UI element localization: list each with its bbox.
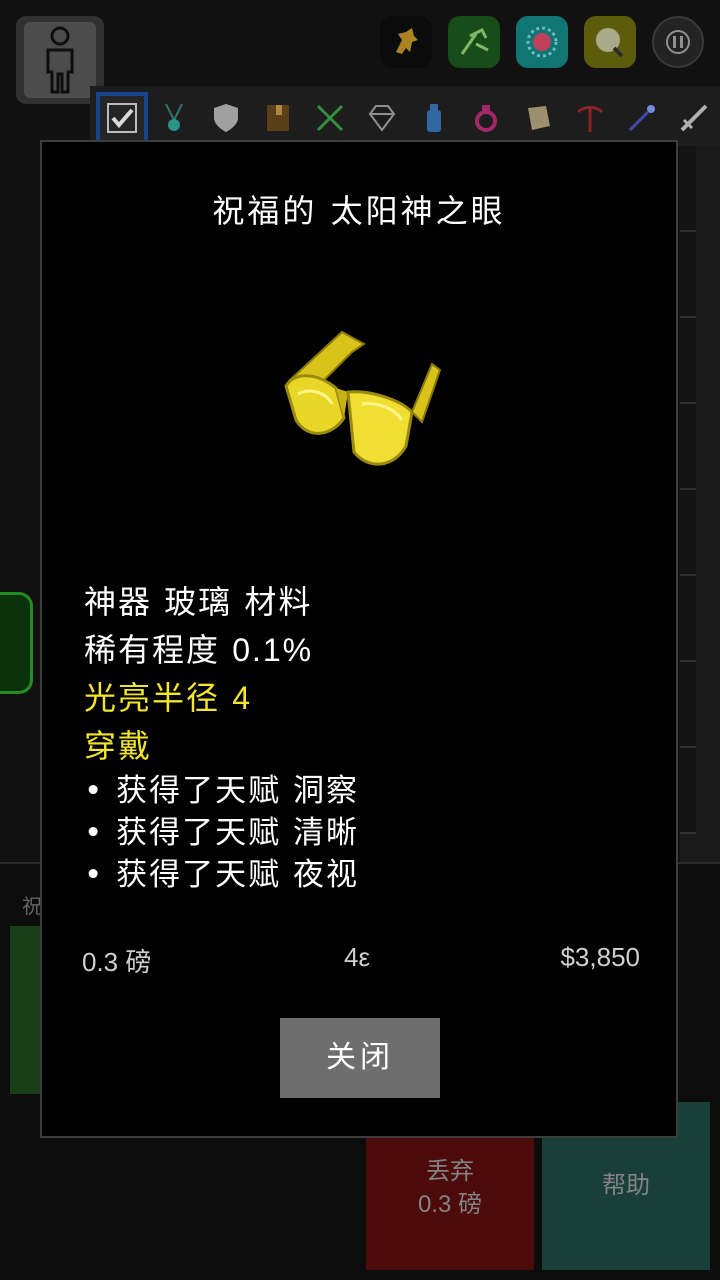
close-button[interactable]: 关闭 [280,1018,440,1098]
item-light-radius: 光亮半径 4 [84,674,644,722]
rarity-value: 0.1% [232,632,314,668]
item-rarity: 稀有程度 0.1% [84,626,644,674]
item-wear-header: 穿戴 [84,727,153,765]
item-energy: 4ε [344,942,371,972]
rarity-label: 稀有程度 [84,631,221,669]
item-tags: 神器 玻璃 材料 [84,583,313,621]
item-price: $3,850 [560,942,640,972]
light-radius-value: 4 [232,680,252,716]
sunglasses-icon [284,330,442,466]
perk-text: 获得了天赋 清晰 [116,815,359,851]
perk-text: 获得了天赋 洞察 [116,773,359,809]
item-weight: 0.3 磅 [82,947,152,977]
item-detail-modal: 祝福的 太阳神之眼 神器 玻璃 材料 稀有程度 0.1% 光亮半径 4 穿戴 •… [40,140,678,1138]
item-properties: 神器 玻璃 材料 稀有程度 0.1% 光亮半径 4 穿戴 • 获得了天赋 洞察 … [84,578,644,896]
list-item: • 获得了天赋 洞察 [84,773,359,809]
game-screen: 祝 丢弃 0.3 磅 帮助 祝福的 太阳神之眼 神器 玻璃 材料 稀有程度 0.… [0,0,720,1280]
light-radius-label: 光亮半径 [84,679,221,717]
list-item: • 获得了天赋 夜视 [84,857,359,893]
perk-text: 获得了天赋 夜视 [116,857,359,893]
item-stats: 0.3 磅 4ε $3,850 [82,942,640,982]
item-title: 祝福的 太阳神之眼 [212,192,506,230]
list-item: • 获得了天赋 清晰 [84,815,359,851]
